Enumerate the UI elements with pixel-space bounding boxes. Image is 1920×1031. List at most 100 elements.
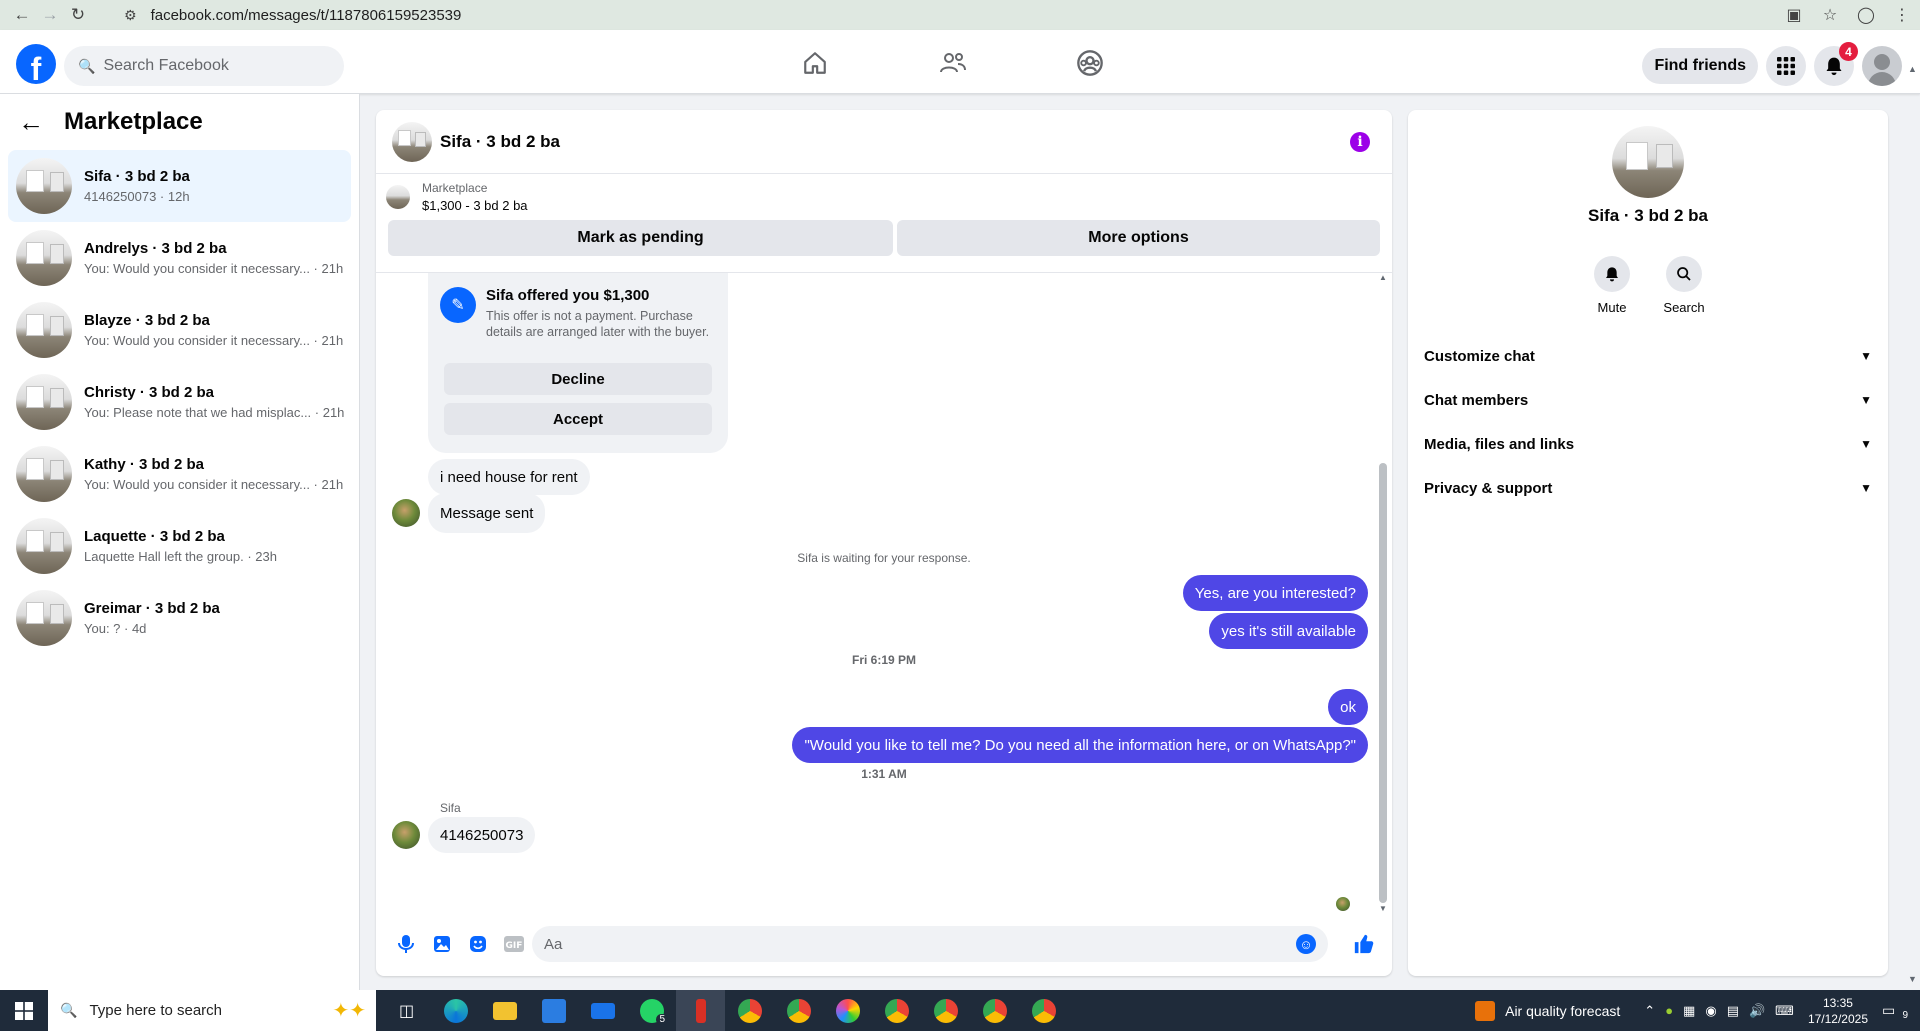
mute-label: Mute	[1597, 300, 1627, 315]
more-options-button[interactable]: More options	[897, 220, 1380, 256]
chrome-profile-icon[interactable]	[872, 990, 921, 1031]
incoming-message: i need house for rent	[428, 459, 590, 495]
customize-chat-section[interactable]: Customize chat ▼	[1408, 334, 1888, 378]
message-input[interactable]: Aa ☺	[532, 926, 1328, 962]
privacy-support-section[interactable]: Privacy & support ▼	[1408, 466, 1888, 510]
media-files-links-section[interactable]: Media, files and links ▼	[1408, 422, 1888, 466]
keyboard-icon[interactable]: ⌨	[1775, 1003, 1794, 1019]
color-app-icon[interactable]	[823, 990, 872, 1031]
like-thumb-icon[interactable]	[1346, 926, 1382, 962]
chrome-profile-icon[interactable]	[921, 990, 970, 1031]
mail-icon[interactable]	[578, 990, 627, 1031]
camera-icon[interactable]: ◉	[1705, 1003, 1716, 1019]
find-friends-button[interactable]: Find friends	[1642, 48, 1758, 84]
details-name: Sifa · 3 bd 2 ba	[1588, 206, 1708, 225]
network-icon[interactable]: ▤	[1727, 1003, 1739, 1019]
message-composer: GIF Aa ☺	[376, 912, 1392, 976]
sender-name: Sifa	[440, 801, 461, 815]
conversation-item[interactable]: Blayze · 3 bd 2 ba You: Would you consid…	[8, 294, 351, 366]
sticker-icon[interactable]	[460, 926, 496, 962]
accept-offer-button[interactable]: Accept	[444, 403, 712, 435]
marketplace-sidebar: ← Marketplace Sifa · 3 bd 2 ba 414625007…	[0, 94, 360, 990]
message-scrollbar[interactable]: ▲ ▼	[1379, 273, 1387, 913]
page-scroll-down-icon[interactable]: ▼	[1908, 974, 1917, 984]
conversation-preview: Laquette Hall left the group. · 23h	[84, 549, 277, 564]
scroll-up-icon[interactable]: ▲	[1379, 273, 1387, 282]
groups-nav[interactable]	[1071, 44, 1109, 82]
reload-icon[interactable]: ↻	[64, 1, 92, 29]
conversation-item[interactable]: Andrelys · 3 bd 2 ba You: Would you cons…	[8, 222, 351, 294]
emoji-icon[interactable]: ☺	[1296, 934, 1316, 954]
conversation-item[interactable]: Sifa · 3 bd 2 ba 4146250073 · 12h	[8, 150, 351, 222]
search-in-chat-button[interactable]: Search	[1663, 256, 1705, 315]
friends-nav[interactable]	[934, 44, 972, 82]
conversation-item[interactable]: Greimar · 3 bd 2 ba You: ? · 4d	[8, 582, 351, 654]
facebook-search-input[interactable]: 🔍 Search Facebook	[64, 46, 344, 86]
listing-thumbnail	[16, 446, 72, 502]
chat-title[interactable]: Sifa · 3 bd 2 ba	[440, 132, 560, 152]
task-view-icon[interactable]: ◫	[382, 990, 431, 1031]
info-icon[interactable]: i	[1350, 132, 1370, 152]
page-scroll-up-icon[interactable]: ▲	[1908, 64, 1917, 74]
microsoft-store-icon[interactable]	[529, 990, 578, 1031]
sender-avatar[interactable]	[392, 499, 420, 527]
conversation-item[interactable]: Christy · 3 bd 2 ba You: Please note tha…	[8, 366, 351, 438]
bookmark-star-icon[interactable]: ☆	[1812, 5, 1848, 25]
page-scrollbar[interactable]: ▲ ▼	[1904, 30, 1920, 990]
listing-summary[interactable]: Marketplace $1,300 - 3 bd 2 ba	[376, 174, 1392, 220]
conversation-item[interactable]: Kathy · 3 bd 2 ba You: Would you conside…	[8, 438, 351, 510]
mark-as-pending-button[interactable]: Mark as pending	[388, 220, 893, 256]
decline-offer-button[interactable]: Decline	[444, 363, 712, 395]
profile-icon[interactable]: ◯	[1848, 5, 1884, 25]
chat-listing-thumbnail[interactable]	[392, 121, 432, 162]
back-icon[interactable]: ←	[8, 1, 36, 29]
gif-icon[interactable]: GIF	[496, 926, 532, 962]
details-avatar[interactable]	[1612, 126, 1684, 198]
sender-avatar[interactable]	[392, 821, 420, 849]
chat-members-section[interactable]: Chat members ▼	[1408, 378, 1888, 422]
search-placeholder: Search Facebook	[103, 57, 229, 74]
weather-widget[interactable]: Air quality forecast	[1475, 1000, 1620, 1021]
home-nav[interactable]	[796, 44, 834, 82]
file-explorer-icon[interactable]	[480, 990, 529, 1031]
chrome-profile-icon[interactable]	[1019, 990, 1068, 1031]
mute-button[interactable]: Mute	[1592, 256, 1632, 315]
notifications-button[interactable]: 4	[1814, 42, 1858, 86]
account-avatar[interactable]	[1862, 46, 1902, 86]
system-clock[interactable]: 13:35 17/12/2025	[1808, 995, 1868, 1027]
scroll-thumb[interactable]	[1379, 463, 1387, 903]
forward-icon[interactable]: →	[36, 1, 64, 29]
install-app-icon[interactable]: ▣	[1776, 5, 1812, 25]
home-icon[interactable]	[796, 44, 834, 82]
menu-dots-icon[interactable]: ⋮	[1884, 5, 1920, 25]
pinned-app-icon[interactable]	[676, 990, 725, 1031]
address-bar[interactable]: ⚙ facebook.com/messages/t/11878061595235…	[124, 2, 1754, 28]
windows-start-icon[interactable]	[0, 990, 48, 1031]
chrome-profile-icon[interactable]	[970, 990, 1019, 1031]
site-settings-icon[interactable]: ⚙	[124, 7, 137, 24]
groups-icon[interactable]	[1071, 44, 1109, 82]
tray-app-icon[interactable]: ●	[1665, 1003, 1673, 1019]
facebook-logo[interactable]: f	[16, 44, 56, 84]
listing-thumbnail	[16, 518, 72, 574]
incoming-message: 4146250073	[428, 817, 536, 853]
chrome-icon[interactable]	[725, 990, 774, 1031]
section-label: Chat members	[1424, 391, 1529, 409]
taskbar-search-input[interactable]: 🔍 Type here to search ✦✦	[48, 990, 376, 1031]
copilot-sparkle-icon: ✦✦	[332, 1000, 366, 1022]
volume-icon[interactable]: 🔊	[1749, 1003, 1765, 1019]
conversation-item[interactable]: Laquette · 3 bd 2 ba Laquette Hall left …	[8, 510, 351, 582]
notification-center-icon[interactable]: ▭ 9	[1882, 1002, 1910, 1021]
back-arrow-icon[interactable]: ←	[18, 107, 44, 138]
friends-icon[interactable]	[934, 44, 972, 82]
chevron-up-icon[interactable]: ⌃	[1644, 1003, 1655, 1019]
bell-icon	[1826, 57, 1842, 76]
timestamp: Fri 6:19 PM	[851, 653, 917, 667]
microphone-icon[interactable]	[388, 926, 424, 962]
whatsapp-icon[interactable]: 5	[627, 990, 676, 1031]
menu-grid-button[interactable]	[1766, 46, 1806, 86]
edge-browser-icon[interactable]	[431, 990, 480, 1031]
tray-app-icon[interactable]: ▦	[1683, 1003, 1695, 1019]
photo-icon[interactable]	[424, 926, 460, 962]
chrome-profile-icon[interactable]	[774, 990, 823, 1031]
